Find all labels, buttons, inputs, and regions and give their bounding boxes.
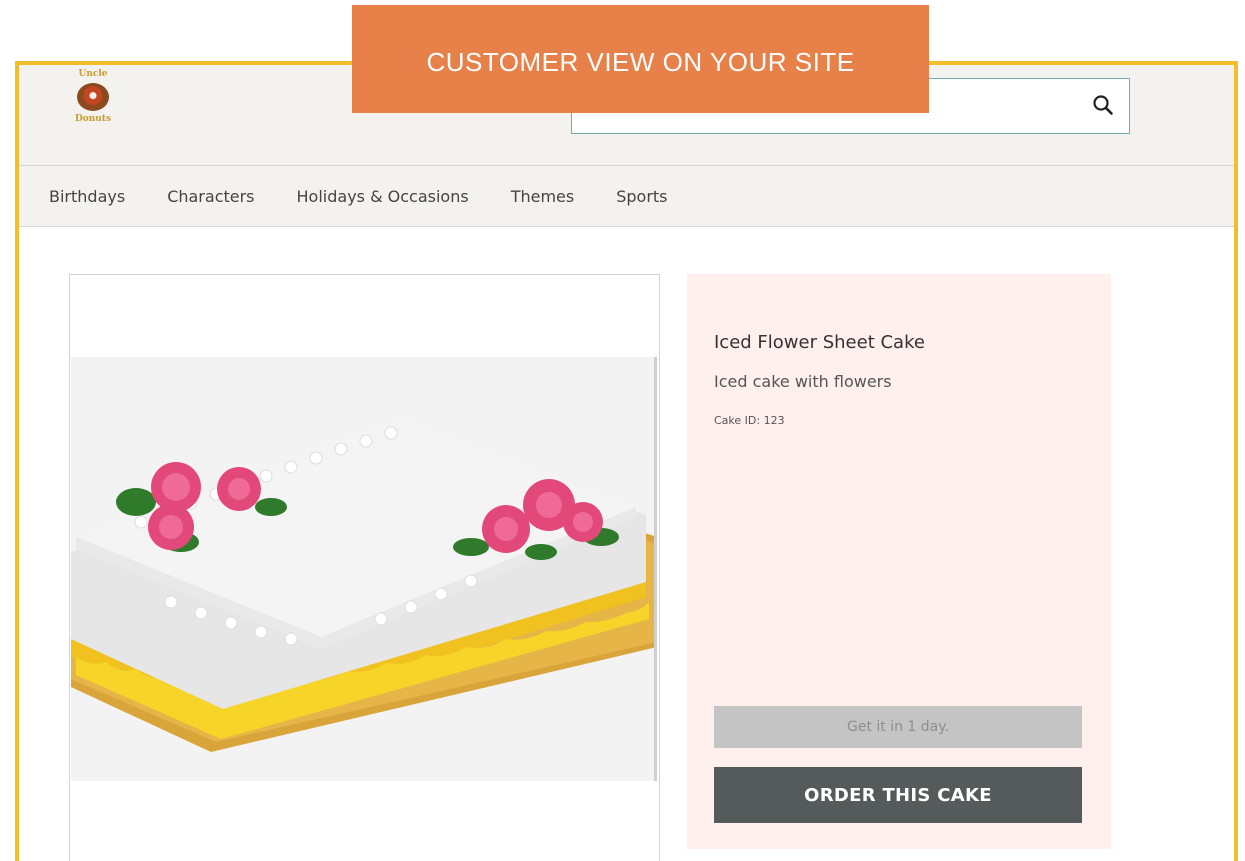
- site-logo[interactable]: Uncle Donuts: [65, 69, 121, 149]
- nav-item-sports[interactable]: Sports: [616, 187, 667, 206]
- product-description: Iced cake with flowers: [714, 372, 892, 391]
- logo-text-bottom: Donuts: [74, 114, 112, 124]
- nav-item-themes[interactable]: Themes: [511, 187, 575, 206]
- cake-illustration: [71, 417, 654, 752]
- site-frame: Uncle Donuts Birthdays Characters Holida…: [15, 61, 1238, 861]
- category-nav: Birthdays Characters Holidays & Occasion…: [19, 166, 1234, 227]
- nav-item-birthdays[interactable]: Birthdays: [49, 187, 125, 206]
- donut-logo-icon: [77, 83, 109, 111]
- search-icon[interactable]: [1091, 93, 1115, 117]
- banner-text: CUSTOMER VIEW ON YOUR SITE: [426, 47, 855, 77]
- logo-text-top: Uncle: [78, 69, 108, 79]
- nav-item-holidays-occasions[interactable]: Holidays & Occasions: [297, 187, 469, 206]
- cake-image[interactable]: [71, 357, 657, 781]
- order-cake-button[interactable]: ORDER THIS CAKE: [714, 767, 1082, 823]
- delivery-estimate: Get it in 1 day.: [714, 706, 1082, 748]
- nav-item-characters[interactable]: Characters: [167, 187, 254, 206]
- customer-view-banner: CUSTOMER VIEW ON YOUR SITE: [352, 5, 929, 113]
- cake-id: Cake ID: 123: [714, 414, 785, 427]
- product-details-panel: Iced Flower Sheet Cake Iced cake with fl…: [687, 274, 1111, 849]
- product-image-card: [69, 274, 660, 861]
- product-title: Iced Flower Sheet Cake: [714, 332, 925, 353]
